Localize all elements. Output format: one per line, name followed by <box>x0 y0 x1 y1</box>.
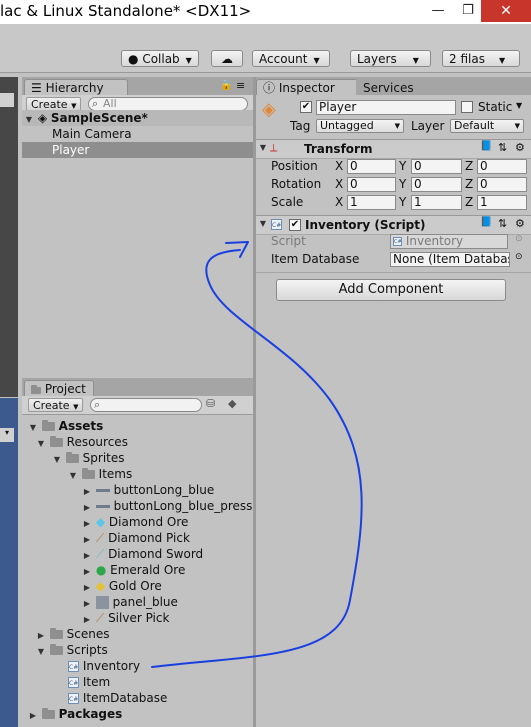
annotation-stroke <box>151 249 363 668</box>
annotation-arrow <box>151 241 363 668</box>
